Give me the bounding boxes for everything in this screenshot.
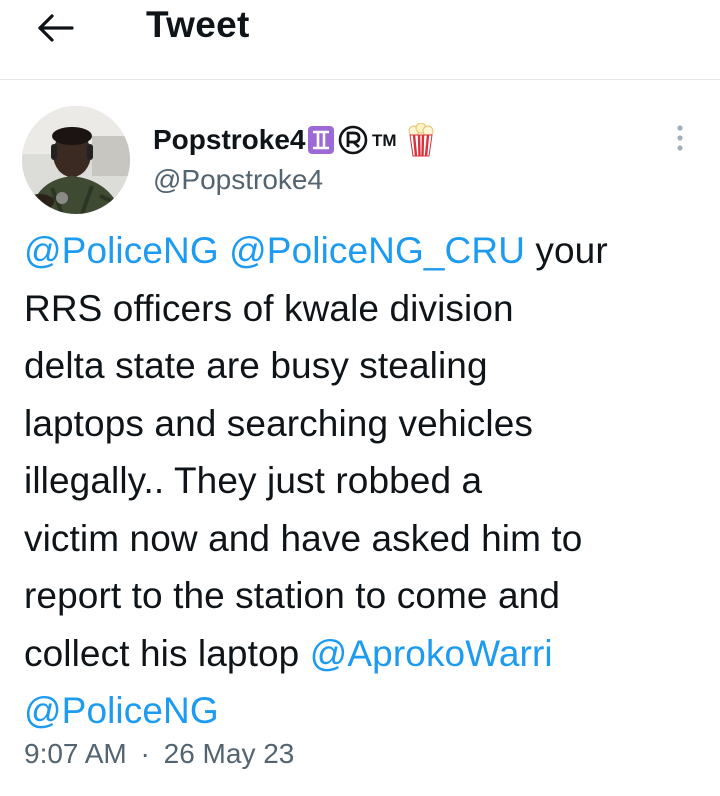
author-name-row[interactable]: Popstroke4 TM [153, 120, 435, 160]
tweet-text-segment: RRS officers of kwale division [24, 287, 514, 329]
more-options-button[interactable] [660, 118, 700, 158]
tweet-text-line: delta state are busy stealing [24, 337, 700, 395]
tweet-text-line: victim now and have asked him to [24, 510, 700, 568]
mention-link[interactable]: @PoliceNG [24, 230, 219, 271]
tweet-date[interactable]: 26 May 23 [164, 738, 295, 769]
back-button[interactable] [26, 6, 86, 50]
tweet-text-segment: illegally.. They just robbed a [24, 460, 483, 501]
tweet-text-line: collect his laptop @AprokoWarri [24, 625, 700, 683]
author-handle[interactable]: @Popstroke4 [153, 164, 323, 196]
avatar[interactable] [22, 106, 130, 214]
tweet-text-line: @PoliceNG @PoliceNG_CRU your [24, 222, 700, 280]
registered-icon [338, 125, 368, 155]
gemini-symbol-icon [307, 126, 334, 154]
trademark-text: TM [372, 131, 397, 150]
trademark-icon: TM [371, 130, 405, 150]
arrow-left-icon [38, 14, 74, 42]
display-name: Popstroke4 [153, 124, 306, 155]
timestamp-row: 9:07 AM · 26 May 23 [24, 738, 294, 770]
top-bar: Tweet [0, 0, 720, 80]
tweet-time[interactable]: 9:07 AM [24, 738, 127, 769]
mention-link[interactable]: @PoliceNG_CRU [229, 230, 525, 271]
mention-link[interactable]: @PoliceNG [24, 690, 219, 731]
tweet-text-segment: laptops and searching vehicles [24, 402, 533, 444]
tweet-text-line: @PoliceNG [24, 682, 700, 740]
tweet-text-segment: collect his laptop [24, 632, 310, 674]
more-vertical-icon [677, 125, 683, 151]
tweet-text-segment: delta state are busy stealing [24, 345, 488, 386]
tweet-text-segment: report to the station to come and [24, 575, 561, 616]
tweet-text-segment: your [525, 230, 608, 271]
timestamp-separator: · [140, 738, 150, 769]
tweet-text-segment [219, 230, 229, 271]
tweet-text-line: laptops and searching vehicles [24, 395, 700, 453]
mention-link[interactable]: @AprokoWarri [310, 633, 553, 674]
page-title: Tweet [146, 4, 250, 45]
avatar-photo [22, 106, 130, 214]
tweet-text-line: illegally.. They just robbed a [24, 452, 700, 510]
popcorn-icon [407, 123, 435, 157]
tweet-text-line: RRS officers of kwale division [24, 280, 700, 338]
tweet-text-line: report to the station to come and [24, 567, 700, 625]
tweet-text-segment: victim now and have asked him to [24, 517, 583, 559]
tweet-text: @PoliceNG @PoliceNG_CRU your RRS officers… [24, 222, 700, 740]
